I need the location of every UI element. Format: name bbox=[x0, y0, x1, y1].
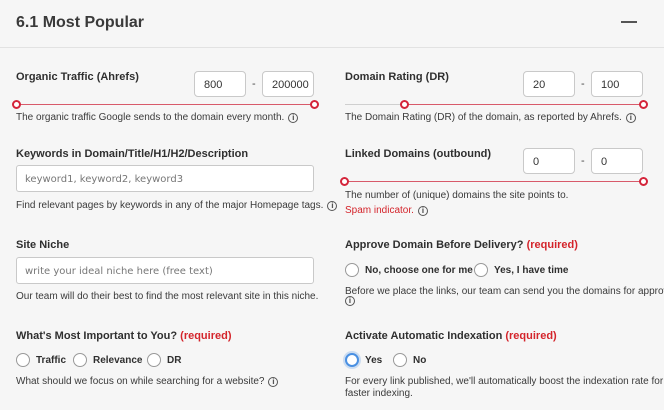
section-header: 6.1 Most Popular bbox=[0, 0, 664, 48]
keywords-label: Keywords in Domain/Title/H1/H2/Descripti… bbox=[16, 148, 249, 160]
info-icon[interactable]: i bbox=[327, 201, 338, 211]
range-dash: - bbox=[581, 78, 585, 90]
radio-circle[interactable] bbox=[16, 353, 30, 367]
radio-circle[interactable] bbox=[147, 353, 161, 367]
radio-traffic[interactable]: Traffic bbox=[16, 353, 66, 367]
domain-rating-slider-inactive-track bbox=[345, 104, 405, 105]
domain-rating-label: Domain Rating (DR) bbox=[345, 71, 449, 83]
linked-domains-slider-min-handle[interactable] bbox=[340, 177, 349, 186]
linked-domains-slider-track[interactable] bbox=[345, 181, 644, 182]
radio-circle[interactable] bbox=[474, 263, 488, 277]
radio-circle[interactable] bbox=[345, 263, 359, 277]
site-niche-label: Site Niche bbox=[16, 239, 70, 251]
organic-traffic-description: The organic traffic Google sends to the … bbox=[16, 111, 299, 124]
organic-traffic-slider-track[interactable] bbox=[17, 104, 315, 105]
organic-traffic-max-input[interactable]: 200000 bbox=[262, 71, 314, 97]
radio-relevance[interactable]: Relevance bbox=[73, 353, 142, 367]
indexation-label: Activate Automatic Indexation (required) bbox=[345, 330, 557, 342]
minus-icon[interactable] bbox=[621, 21, 637, 23]
spam-indicator: Spam indicator. i bbox=[345, 204, 428, 217]
domain-rating-slider-track[interactable] bbox=[405, 104, 644, 105]
linked-domains-max-input[interactable]: 0 bbox=[591, 148, 643, 174]
info-icon[interactable]: i bbox=[417, 206, 428, 216]
info-icon[interactable]: i bbox=[345, 296, 355, 306]
radio-dr[interactable]: DR bbox=[147, 353, 181, 367]
domain-rating-slider-max-handle[interactable] bbox=[639, 100, 648, 109]
organic-traffic-slider-max-handle[interactable] bbox=[310, 100, 319, 109]
linked-domains-label: Linked Domains (outbound) bbox=[345, 148, 492, 160]
section-title: 6.1 Most Popular bbox=[16, 14, 145, 31]
indexation-description-line2: faster indexing. bbox=[345, 388, 413, 399]
organic-traffic-slider-min-handle[interactable] bbox=[12, 100, 21, 109]
linked-domains-slider-max-handle[interactable] bbox=[639, 177, 648, 186]
radio-indexation-yes[interactable]: Yes bbox=[345, 353, 382, 367]
radio-yes-i-have-time[interactable]: Yes, I have time bbox=[474, 263, 569, 277]
info-icon[interactable]: i bbox=[268, 377, 279, 387]
organic-traffic-label: Organic Traffic (Ahrefs) bbox=[16, 71, 139, 83]
organic-traffic-min-input[interactable]: 800 bbox=[194, 71, 246, 97]
radio-no-choose-for-me[interactable]: No, choose one for me bbox=[345, 263, 473, 277]
keywords-description: Find relevant pages by keywords in any o… bbox=[16, 199, 338, 212]
domain-rating-min-input[interactable]: 20 bbox=[523, 71, 575, 97]
range-dash: - bbox=[252, 78, 256, 90]
radio-indexation-no[interactable]: No bbox=[393, 353, 426, 367]
domain-rating-max-input[interactable]: 100 bbox=[591, 71, 643, 97]
info-icon[interactable]: i bbox=[288, 113, 299, 123]
domain-rating-slider-min-handle[interactable] bbox=[400, 100, 409, 109]
info-icon[interactable]: i bbox=[625, 113, 636, 123]
site-niche-description: Our team will do their best to find the … bbox=[16, 291, 319, 302]
most-important-description: What should we focus on while searching … bbox=[16, 375, 279, 388]
site-niche-input[interactable]: write your ideal niche here (free text) bbox=[16, 257, 314, 284]
radio-circle[interactable] bbox=[73, 353, 87, 367]
most-important-label: What's Most Important to You? (required) bbox=[16, 330, 232, 342]
approve-domain-label: Approve Domain Before Delivery? (require… bbox=[345, 239, 578, 251]
approve-domain-description: Before we place the links, our team can … bbox=[345, 286, 664, 297]
approve-domain-info: i bbox=[341, 294, 355, 307]
linked-domains-description: The number of (unique) domains the site … bbox=[345, 190, 569, 201]
radio-circle[interactable] bbox=[393, 353, 407, 367]
linked-domains-min-input[interactable]: 0 bbox=[523, 148, 575, 174]
domain-rating-description: The Domain Rating (DR) of the domain, as… bbox=[345, 111, 636, 124]
radio-circle-selected[interactable] bbox=[345, 353, 359, 367]
keywords-input[interactable]: keyword1, keyword2, keyword3 bbox=[16, 165, 314, 192]
range-dash: - bbox=[581, 155, 585, 167]
